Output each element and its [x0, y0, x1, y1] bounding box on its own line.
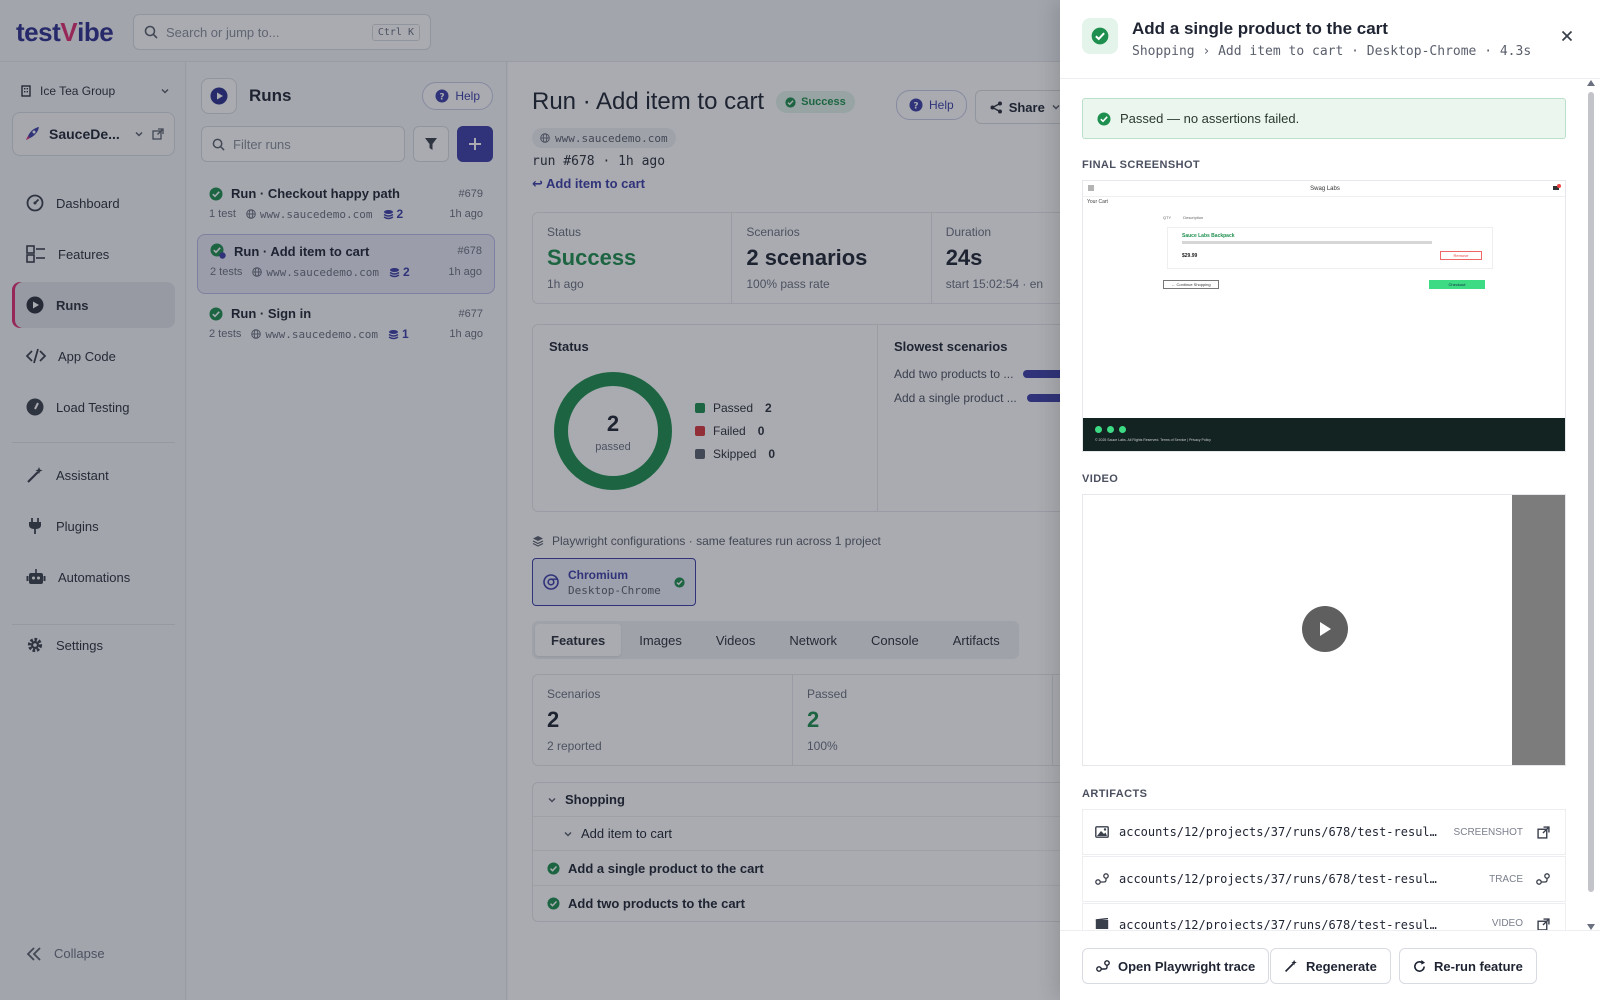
- screenshot-description: Description: [1183, 215, 1204, 220]
- screenshot-item-price: $29.99: [1182, 253, 1198, 259]
- play-icon: [1320, 622, 1331, 636]
- refresh-icon: [1414, 959, 1426, 972]
- social-icon: [1095, 426, 1102, 433]
- drawer-scrollbar[interactable]: [1585, 80, 1595, 930]
- button-label: Open Playwright trace: [1118, 958, 1256, 974]
- screenshot-table-header: QTY Description: [1163, 215, 1493, 220]
- social-icons: [1095, 426, 1126, 433]
- trace-icon: [1096, 960, 1110, 972]
- artifact-path: accounts/12/projects/37/runs/678/test-re…: [1119, 825, 1437, 839]
- pass-banner-text: Passed — no assertions failed.: [1120, 111, 1300, 126]
- close-drawer-button[interactable]: [1555, 24, 1579, 48]
- scroll-up-icon[interactable]: [1587, 80, 1595, 86]
- scenario-drawer: Add a single product to the cart Shoppin…: [1060, 0, 1600, 1000]
- screenshot-footer-text: © 2025 Sauce Labs. All Rights Reserved. …: [1095, 438, 1211, 442]
- video-heading: VIDEO: [1082, 473, 1119, 485]
- modal-backdrop[interactable]: [0, 0, 1060, 1000]
- play-button[interactable]: [1302, 606, 1348, 652]
- social-icon: [1119, 426, 1126, 433]
- screenshot-remove-button: Remove: [1440, 251, 1482, 260]
- trace-icon: [1095, 873, 1109, 885]
- close-icon: [1561, 30, 1573, 42]
- video-player[interactable]: [1082, 494, 1566, 766]
- pass-banner: Passed — no assertions failed.: [1082, 98, 1566, 139]
- check-circle-icon: [1097, 112, 1111, 125]
- artifact-path: accounts/12/projects/37/runs/678/test-re…: [1119, 872, 1437, 886]
- video-icon: [1095, 918, 1109, 929]
- drawer-header-divider: [1060, 78, 1600, 79]
- check-circle-icon: [1091, 27, 1109, 45]
- open-playwright-trace-button[interactable]: Open Playwright trace: [1082, 948, 1270, 984]
- scrollbar-thumb[interactable]: [1588, 92, 1594, 892]
- screenshot-item-name: Sauce Labs Backpack: [1182, 233, 1235, 239]
- external-link-icon: [1536, 825, 1550, 839]
- artifact-row[interactable]: accounts/12/projects/37/runs/678/test-re…: [1082, 809, 1566, 855]
- video-side-strip: [1512, 495, 1565, 765]
- screenshot-qty: QTY: [1163, 215, 1172, 220]
- image-icon: [1095, 826, 1109, 838]
- open-artifact-button[interactable]: [1533, 825, 1553, 839]
- artifact-kind: TRACE: [1489, 873, 1523, 885]
- artifact-kind: VIDEO: [1491, 918, 1523, 929]
- social-icon: [1107, 426, 1114, 433]
- open-trace-button[interactable]: [1533, 873, 1553, 885]
- cart-icon: [1553, 184, 1561, 190]
- artifacts-heading: ARTIFACTS: [1082, 788, 1148, 800]
- artifact-row[interactable]: accounts/12/projects/37/runs/678/test-re…: [1082, 856, 1566, 902]
- rerun-feature-button[interactable]: Re-run feature: [1399, 948, 1537, 984]
- artifact-row[interactable]: accounts/12/projects/37/runs/678/test-re…: [1082, 903, 1566, 932]
- magic-wand-icon: [1284, 959, 1297, 973]
- artifact-kind: SCREENSHOT: [1453, 826, 1523, 838]
- screenshot-header: Swag Labs: [1083, 181, 1565, 197]
- regenerate-button[interactable]: Regenerate: [1270, 948, 1391, 984]
- button-label: Regenerate: [1306, 958, 1377, 974]
- trace-icon: [1536, 873, 1550, 885]
- drawer-subtitle: Shopping › Add item to cart · Desktop-Ch…: [1132, 44, 1532, 59]
- button-label: Re-run feature: [1434, 958, 1523, 974]
- screenshot-checkout-button: Checkout: [1429, 280, 1485, 289]
- drawer-status-icon: [1082, 18, 1118, 54]
- screenshot-item-description: [1182, 241, 1432, 244]
- drawer-title: Add a single product to the cart: [1132, 19, 1388, 38]
- screenshot-continue-button: ← Continue Shopping: [1163, 280, 1219, 289]
- screenshot-footer: © 2025 Sauce Labs. All Rights Reserved. …: [1083, 418, 1565, 451]
- final-screenshot[interactable]: Swag Labs Your Cart QTY Description Sauce…: [1082, 180, 1566, 452]
- screenshot-subheader: Your Cart: [1087, 199, 1108, 205]
- final-screenshot-heading: FINAL SCREENSHOT: [1082, 159, 1201, 171]
- drawer-footer: Open Playwright trace Regenerate Re-run …: [1060, 930, 1600, 1000]
